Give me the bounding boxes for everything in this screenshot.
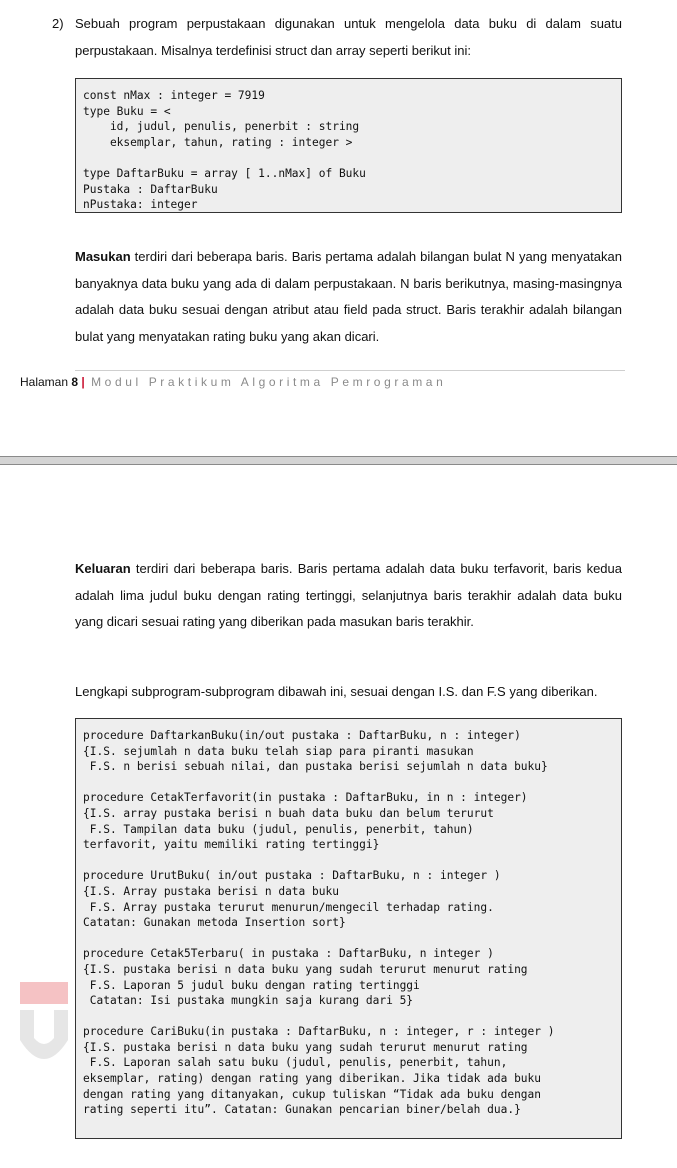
code-line: nPustaka: integer [83, 198, 198, 212]
procedure-signature: procedure CariBuku(in pustaka : DaftarBu… [83, 1025, 555, 1039]
watermark-grey-u [20, 1010, 68, 1059]
procedure-spec-line: {I.S. pustaka berisi n data buku yang su… [83, 962, 528, 976]
page-2: Keluaran terdiri dari beberapa baris. Ba… [0, 465, 677, 1168]
procedure-spec-line: F.S. Laporan salah satu buku (judul, pen… [83, 1056, 508, 1070]
procedure-signature: procedure DaftarkanBuku(in/out pustaka :… [83, 729, 521, 742]
procedure-spec-line: {I.S. sejumlah n data buku telah siap pa… [83, 744, 474, 758]
procedure-spec-line: F.S. Array pustaka terurut menurun/menge… [83, 900, 494, 914]
procedure-spec-line: F.S. Laporan 5 judul buku dengan rating … [83, 978, 420, 992]
code-line: Pustaka : DaftarBuku [83, 182, 218, 196]
footer-prefix: Halaman [20, 375, 72, 389]
procedure-spec-line: Catatan: Gunakan metoda Insertion sort} [83, 916, 346, 930]
keluaran-text: terdiri dari beberapa baris. Baris perta… [75, 561, 622, 629]
footer-module-title: Modul Praktikum Algoritma Pemrograman [91, 375, 447, 389]
procedure-spec-line: eksemplar, rating) dengan rating yang di… [83, 1072, 542, 1086]
procedure-spec-line: Catatan: Isi pustaka mungkin saja kurang… [83, 994, 414, 1008]
code-gap [83, 853, 614, 869]
instruction-text: Lengkapi subprogram-subprogram dibawah i… [75, 684, 598, 699]
keluaran-paragraph: Keluaran terdiri dari beberapa baris. Ba… [75, 556, 622, 636]
code-line: eksemplar, tahun, rating : integer > [83, 135, 353, 149]
masukan-paragraph: Masukan terdiri dari beberapa baris. Bar… [75, 244, 622, 350]
procedure-spec-line: {I.S. pustaka berisi n data buku yang su… [83, 1040, 528, 1054]
footer-separator: | [78, 375, 89, 389]
page-break [0, 456, 677, 465]
watermark-red-top [20, 982, 68, 1004]
masukan-label: Masukan [75, 249, 131, 264]
masukan-text: terdiri dari beberapa baris. Baris perta… [75, 249, 622, 344]
keluaran-label: Keluaran [75, 561, 131, 576]
page-1: 2) Sebuah program perpustakaan digunakan… [0, 0, 677, 456]
procedure-spec-line: {I.S. Array pustaka berisi n data buku [83, 884, 339, 898]
question-intro: Sebuah program perpustakaan digunakan un… [75, 16, 622, 58]
procedure-spec-line: {I.S. array pustaka berisi n buah data b… [83, 806, 494, 820]
footer-divider [75, 370, 625, 371]
procedure-spec-line: dengan rating yang ditanyakan, cukup tul… [83, 1087, 542, 1101]
code-line: const nMax : integer = 7919 [83, 89, 265, 102]
code-gap [83, 775, 614, 791]
struct-code-block: const nMax : integer = 7919 type Buku = <… [75, 78, 622, 213]
question-number: 2) [52, 16, 64, 31]
procedure-signature: procedure UrutBuku( in/out pustaka : Daf… [83, 869, 501, 883]
procedure-spec-line: F.S. n berisi sebuah nilai, dan pustaka … [83, 760, 548, 774]
page-footer: Halaman 8 | Modul Praktikum Algoritma Pe… [20, 374, 446, 390]
code-line: type Buku = < [83, 104, 171, 118]
telkom-logo-watermark [20, 982, 68, 1059]
procedure-spec-line: F.S. Tampilan data buku (judul, penulis,… [83, 822, 474, 836]
subprogram-code-block: procedure DaftarkanBuku(in/out pustaka :… [75, 718, 622, 1139]
procedure-spec-line: terfavorit, yaitu memiliki rating tertin… [83, 838, 380, 852]
code-line: id, judul, penulis, penerbit : string [83, 120, 360, 134]
procedure-signature: procedure Cetak5Terbaru( in pustaka : Da… [83, 947, 494, 961]
procedure-signature: procedure CetakTerfavorit(in pustaka : D… [83, 791, 528, 805]
procedure-spec-line: rating seperti itu”. Catatan: Gunakan pe… [83, 1103, 521, 1117]
code-line: type DaftarBuku = array [ 1..nMax] of Bu… [83, 166, 366, 180]
code-gap [83, 1009, 614, 1025]
code-gap [83, 931, 614, 947]
